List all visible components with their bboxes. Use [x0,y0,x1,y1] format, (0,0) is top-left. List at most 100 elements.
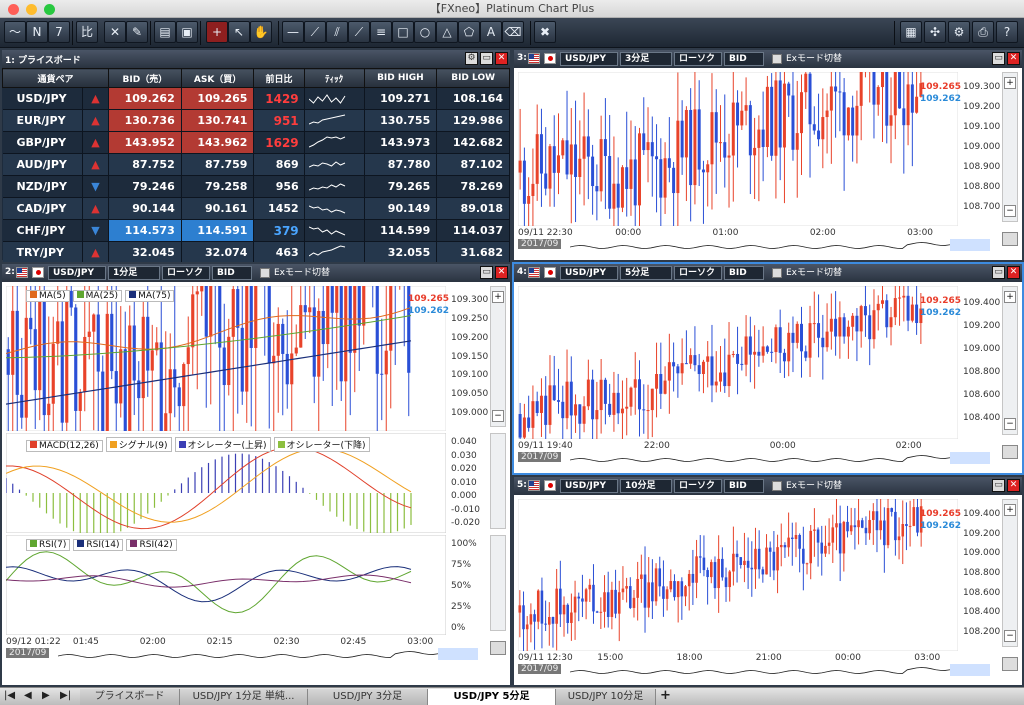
next-tab-button[interactable]: ▶ [42,690,50,701]
close-icon[interactable]: ✕ [495,52,508,65]
workspace-tab[interactable]: プライスボード [80,689,180,705]
zoom-out-button[interactable]: − [1004,205,1016,217]
period-select[interactable]: 3分足 [620,52,672,66]
close-icon[interactable]: ✕ [1007,52,1020,65]
triangle-icon[interactable]: △ [436,21,458,43]
price-row[interactable]: EUR/JPY ▲ 130.736 130.741 951 130.755 129.986 [2,109,510,132]
period-select[interactable]: 1分足 [108,266,160,280]
legend-item[interactable]: オシレーター(上昇) [174,437,271,452]
ex-mode-checkbox[interactable] [260,268,270,278]
chart-style-select[interactable]: ローソク [674,266,722,280]
reset-zoom-button[interactable] [1002,657,1018,671]
minimize-icon[interactable]: ▭ [480,52,493,65]
bid-price[interactable]: 130.736 [108,109,182,132]
print-icon[interactable]: ⎙ [972,21,994,43]
zoom-in-button[interactable]: + [492,291,504,303]
save-icon[interactable]: ▣ [176,21,198,43]
price-scrollbar[interactable]: + − [1002,499,1018,647]
bid-price[interactable]: 87.752 [108,153,182,176]
ex-mode-checkbox[interactable] [772,54,782,64]
chart-style-select[interactable]: ローソク [674,52,722,66]
chart-style-select[interactable]: ローソク [674,479,722,493]
circle-icon[interactable]: ○ [414,21,436,43]
add-tab-button[interactable]: + [660,688,671,703]
rectangle-icon[interactable]: □ [392,21,414,43]
first-tab-button[interactable]: |◀ [4,690,15,701]
news-icon[interactable]: N [26,21,48,43]
legend-item[interactable]: MA(25) [72,290,123,302]
price-side-select[interactable]: BID [724,266,764,280]
close-icon[interactable]: ✕ [1007,266,1020,279]
eraser-icon[interactable]: ⌫ [502,21,524,43]
last-tab-button[interactable]: ▶| [60,690,71,701]
bid-price[interactable]: 114.573 [108,219,182,242]
fib-icon[interactable]: ⬠ [458,21,480,43]
ask-price[interactable]: 143.962 [181,131,255,154]
workspace-tab[interactable]: USD/JPY 1分足 単純... [180,689,308,705]
minimize-icon[interactable]: ▭ [992,479,1005,492]
delete-icon[interactable]: ✖ [534,21,556,43]
chart-line-icon[interactable]: 〜 [4,21,26,43]
period-select[interactable]: 10分足 [620,479,672,493]
minimize-icon[interactable]: ▭ [480,266,493,279]
workspace-tab[interactable]: USD/JPY 3分足 [308,689,428,705]
zoom-in-button[interactable]: + [1004,504,1016,516]
legend-item[interactable]: オシレーター(下降) [273,437,370,452]
minimize-window-button[interactable] [26,4,37,15]
zoom-in-button[interactable]: + [1004,77,1016,89]
parallel-icon[interactable]: ⫽ [326,21,348,43]
reset-zoom-button[interactable] [1002,445,1018,459]
price-row[interactable]: CAD/JPY ▲ 90.144 90.161 1452 90.149 89.018 [2,197,510,220]
ask-price[interactable]: 79.258 [181,175,255,198]
trendline-icon[interactable]: ⟋ [304,21,326,43]
price-side-select[interactable]: BID [212,266,252,280]
bid-price[interactable]: 143.952 [108,131,182,154]
reset-zoom-button[interactable] [1002,232,1018,246]
rsi-scrollbar[interactable] [490,535,506,631]
bid-price[interactable]: 79.246 [108,175,182,198]
tools-icon[interactable]: ✕ [104,21,126,43]
ex-mode-checkbox[interactable] [772,268,782,278]
channel-icon[interactable]: ≡ [370,21,392,43]
ex-mode-checkbox[interactable] [772,481,782,491]
minimize-icon[interactable]: ▭ [992,266,1005,279]
symbol-select[interactable]: USD/JPY [560,52,618,66]
legend-item[interactable]: MA(75) [125,290,175,302]
ask-price[interactable]: 109.265 [181,87,255,110]
zoom-out-button[interactable]: − [1004,418,1016,430]
legend-item[interactable]: MA(5) [26,290,70,302]
window-icon[interactable]: ▤ [154,21,176,43]
zoom-out-button[interactable]: − [1004,630,1016,642]
legend-item[interactable]: RSI(7) [26,539,71,551]
price-row[interactable]: TRY/JPY ▲ 32.045 32.074 463 32.055 31.682 [2,241,510,264]
period-select[interactable]: 5分足 [620,266,672,280]
hline-icon[interactable]: — [282,21,304,43]
workspace-tab[interactable]: USD/JPY 10分足 [556,689,656,705]
symbol-select[interactable]: USD/JPY [48,266,106,280]
chart-body[interactable]: 109.265 109.262 109.400 109.200 109.000 108.8… [514,282,1022,473]
calendar-icon[interactable]: 7 [48,21,70,43]
hand-icon[interactable]: ✋ [250,21,272,43]
chart-body[interactable]: 109.265 109.262 109.300 109.200 109.100 109.0… [514,68,1022,260]
crosshair-icon[interactable]: + [206,21,228,43]
chart-style-select[interactable]: ローソク [162,266,210,280]
reset-zoom-button[interactable] [490,641,506,655]
price-row[interactable]: NZD/JPY ▼ 79.246 79.258 956 79.265 78.269 [2,175,510,198]
price-row[interactable]: CHF/JPY ▼ 114.573 114.591 379 114.599 114.037 [2,219,510,242]
prev-tab-button[interactable]: ◀ [24,690,32,701]
close-icon[interactable]: ✕ [495,266,508,279]
pen-icon[interactable]: ✎ [126,21,148,43]
layout-icon[interactable]: ▦ [900,21,922,43]
price-side-select[interactable]: BID [724,52,764,66]
price-row[interactable]: GBP/JPY ▲ 143.952 143.962 1629 143.973 142.682 [2,131,510,154]
close-window-button[interactable] [8,4,19,15]
symbol-select[interactable]: USD/JPY [560,479,618,493]
price-row[interactable]: AUD/JPY ▲ 87.752 87.759 869 87.780 87.102 [2,153,510,176]
price-scrollbar[interactable]: + − [1002,72,1018,222]
cursor-icon[interactable]: ↖ [228,21,250,43]
price-side-select[interactable]: BID [724,479,764,493]
price-scrollbar[interactable]: + − [1002,286,1018,435]
zoom-in-button[interactable]: + [1004,291,1016,303]
macd-scrollbar[interactable] [490,433,506,529]
zoom-window-button[interactable] [44,4,55,15]
